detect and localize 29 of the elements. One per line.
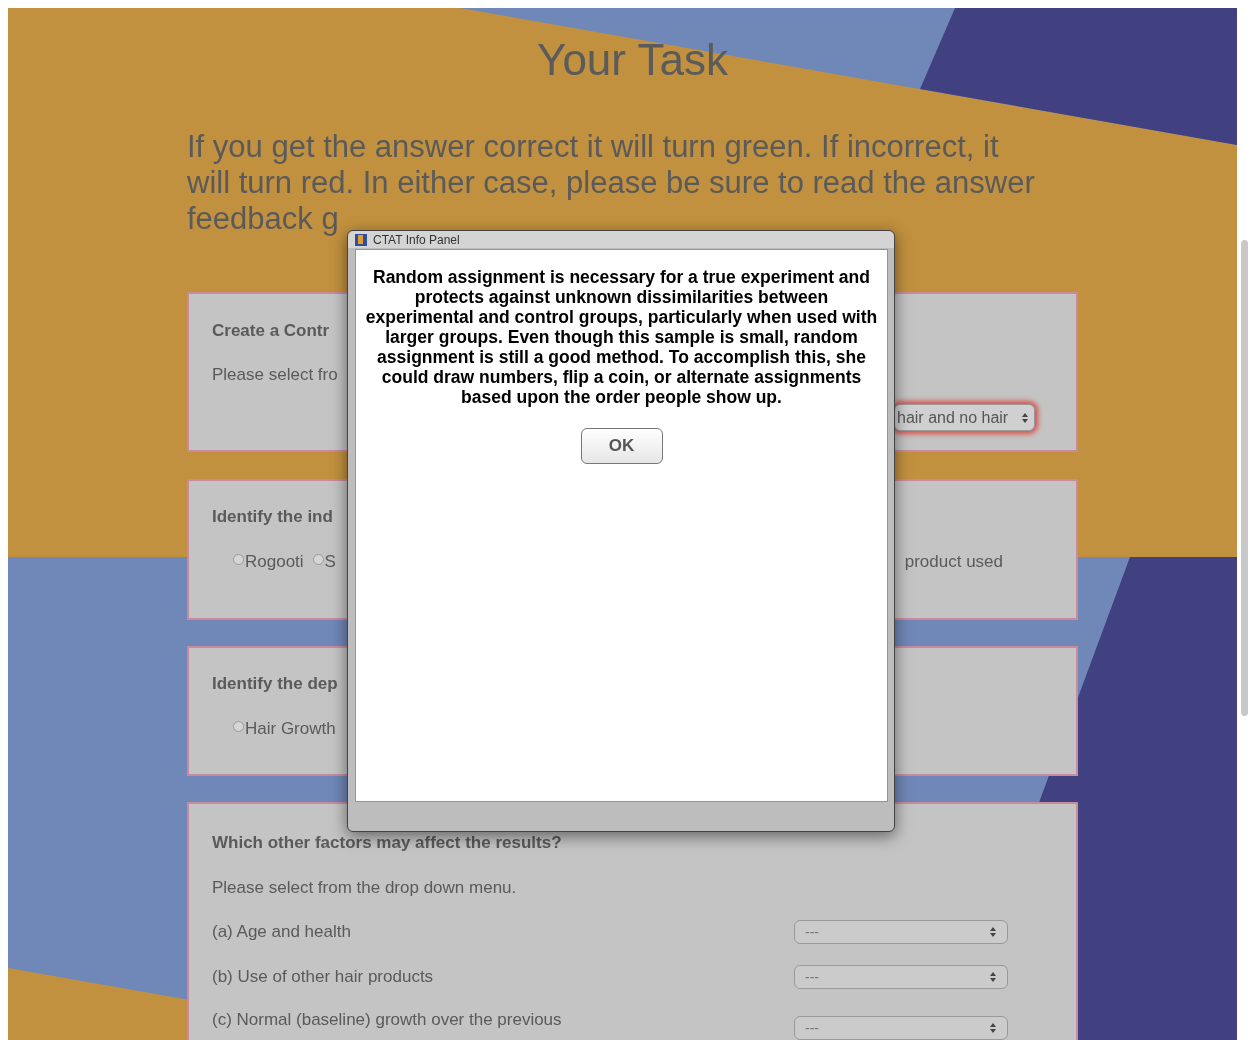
option-label: Rogooti	[245, 551, 304, 573]
factor-label: (a) Age and health	[212, 921, 352, 943]
dialog-message: Random assignment is necessary for a true experiment and protects against unknown dissimilarities between experimental and control groups, particularly when used with larger groups. Even though this sample is small, random assignment is still a good method. To accomplish this, she could draw numbers, flip a coin, or alternate assignments based upon the order people show up.	[364, 267, 879, 407]
radio-button[interactable]	[233, 721, 244, 732]
page-title: Your Task	[536, 34, 729, 86]
card-title: Identify the ind	[212, 506, 333, 528]
card-title: Identify the dep	[212, 673, 338, 695]
factor-label: (c) Normal (baseline) growth over the previous	[212, 1009, 563, 1031]
factor-label: (b) Use of other hair products	[212, 966, 435, 988]
radio-button[interactable]	[312, 554, 324, 565]
option-label: product used	[904, 551, 1003, 573]
option-label: S	[324, 551, 336, 573]
scrollbar-thumb[interactable]	[1241, 240, 1248, 716]
card-title: Create a Contr	[212, 320, 330, 342]
stepper-arrows-icon	[1021, 411, 1029, 424]
card-prompt: Please select from the drop down menu.	[212, 877, 518, 899]
app-icon	[355, 233, 367, 246]
radio-button[interactable]	[233, 554, 244, 565]
factor-dropdown[interactable]: ---	[794, 920, 1008, 944]
hair-dropdown[interactable]: hair and no hair	[894, 404, 1035, 431]
stepper-arrows-icon	[989, 926, 997, 938]
card-prompt: Please select fro	[212, 364, 338, 386]
option-label: Hair Growth	[245, 718, 336, 740]
stepper-arrows-icon	[989, 971, 997, 983]
factor-dropdown[interactable]: ---	[794, 965, 1008, 989]
factor-dropdown[interactable]: ---	[794, 1016, 1008, 1040]
card-title: Which other factors may affect the results?	[212, 832, 563, 854]
ok-button[interactable]: OK	[580, 428, 663, 464]
stepper-arrows-icon	[989, 1022, 997, 1034]
